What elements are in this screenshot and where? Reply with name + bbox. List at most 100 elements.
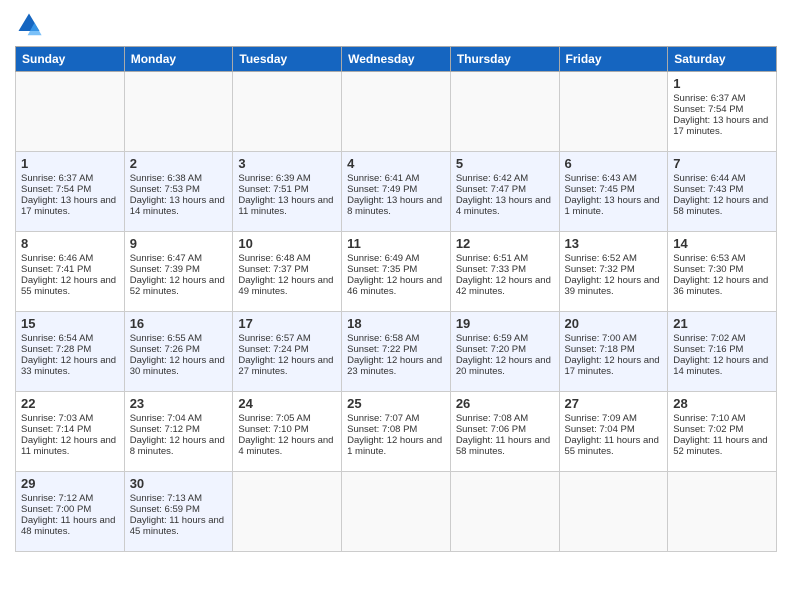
day-number: 7 <box>673 156 771 171</box>
sunrise-text: Sunrise: 6:59 AM <box>456 333 528 344</box>
sunset-text: Sunset: 7:53 PM <box>130 184 200 195</box>
daylight-text: Daylight: 11 hours and 48 minutes. <box>21 515 115 537</box>
day-header-tuesday: Tuesday <box>233 47 342 72</box>
calendar-cell <box>233 472 342 552</box>
day-number: 18 <box>347 316 445 331</box>
calendar-cell: 5Sunrise: 6:42 AMSunset: 7:47 PMDaylight… <box>450 152 559 232</box>
sunrise-text: Sunrise: 6:38 AM <box>130 173 202 184</box>
sunrise-text: Sunrise: 7:00 AM <box>565 333 637 344</box>
daylight-text: Daylight: 12 hours and 23 minutes. <box>347 355 442 377</box>
daylight-text: Daylight: 12 hours and 4 minutes. <box>238 435 333 457</box>
calendar-cell: 23Sunrise: 7:04 AMSunset: 7:12 PMDayligh… <box>124 392 233 472</box>
day-number: 20 <box>565 316 663 331</box>
sunset-text: Sunset: 7:10 PM <box>238 424 308 435</box>
sunrise-text: Sunrise: 7:02 AM <box>673 333 745 344</box>
calendar-cell: 24 Sunrise: 7:05 AMSunset: 7:10 PMDayligh… <box>233 392 342 472</box>
daylight-text: Daylight: 11 hours and 45 minutes. <box>130 515 224 537</box>
day-number: 23 <box>130 396 228 411</box>
sunset-text: Sunset: 7:04 PM <box>565 424 635 435</box>
daylight-text: Daylight: 12 hours and 55 minutes. <box>21 275 116 297</box>
sunset-text: Sunset: 7:45 PM <box>565 184 635 195</box>
sunrise-text: Sunrise: 7:03 AM <box>21 413 93 424</box>
day-number: 30 <box>130 476 228 491</box>
sunrise-text: Sunrise: 6:49 AM <box>347 253 419 264</box>
sunset-text: Sunset: 7:20 PM <box>456 344 526 355</box>
day-number: 5 <box>456 156 554 171</box>
sunrise-text: Sunrise: 6:37 AM <box>21 173 93 184</box>
sunrise-text: Sunrise: 6:47 AM <box>130 253 202 264</box>
daylight-text: Daylight: 13 hours and 14 minutes. <box>130 195 225 217</box>
day-number: 1 <box>21 156 119 171</box>
page: SundayMondayTuesdayWednesdayThursdayFrid… <box>0 0 792 612</box>
sunrise-text: Sunrise: 6:54 AM <box>21 333 93 344</box>
sunrise-text: Sunrise: 6:55 AM <box>130 333 202 344</box>
sunset-text: Sunset: 7:18 PM <box>565 344 635 355</box>
sunset-text: Sunset: 7:54 PM <box>21 184 91 195</box>
calendar-cell: 2Sunrise: 6:38 AMSunset: 7:53 PMDaylight… <box>124 152 233 232</box>
sunrise-text: Sunrise: 6:51 AM <box>456 253 528 264</box>
day-header-thursday: Thursday <box>450 47 559 72</box>
daylight-text: Daylight: 11 hours and 58 minutes. <box>456 435 550 457</box>
calendar-cell <box>559 472 668 552</box>
sunrise-text: Sunrise: 7:05 AM <box>238 413 310 424</box>
daylight-text: Daylight: 12 hours and 39 minutes. <box>565 275 660 297</box>
sunset-text: Sunset: 7:00 PM <box>21 504 91 515</box>
sunset-text: Sunset: 7:30 PM <box>673 264 743 275</box>
calendar-cell: 28Sunrise: 7:10 AMSunset: 7:02 PMDayligh… <box>668 392 777 472</box>
sunset-text: Sunset: 7:28 PM <box>21 344 91 355</box>
day-number: 22 <box>21 396 119 411</box>
sunrise-text: Sunrise: 6:52 AM <box>565 253 637 264</box>
calendar-cell: 12Sunrise: 6:51 AMSunset: 7:33 PMDayligh… <box>450 232 559 312</box>
daylight-text: Daylight: 12 hours and 49 minutes. <box>238 275 333 297</box>
sunrise-text: Sunrise: 7:12 AM <box>21 493 93 504</box>
daylight-text: Daylight: 12 hours and 52 minutes. <box>130 275 225 297</box>
calendar-cell: 10Sunrise: 6:48 AMSunset: 7:37 PMDayligh… <box>233 232 342 312</box>
day-number: 28 <box>673 396 771 411</box>
daylight-text: Daylight: 12 hours and 58 minutes. <box>673 195 768 217</box>
calendar-cell: 7Sunrise: 6:44 AMSunset: 7:43 PMDaylight… <box>668 152 777 232</box>
daylight-text: Daylight: 12 hours and 36 minutes. <box>673 275 768 297</box>
day-number: 27 <box>565 396 663 411</box>
calendar-cell: 1Sunrise: 6:37 AMSunset: 7:54 PMDaylight… <box>16 152 125 232</box>
calendar-cell <box>559 72 668 152</box>
calendar-cell: 21Sunrise: 7:02 AMSunset: 7:16 PMDayligh… <box>668 312 777 392</box>
sunset-text: Sunset: 7:54 PM <box>673 104 743 115</box>
sunrise-text: Sunrise: 7:04 AM <box>130 413 202 424</box>
day-number: 24 <box>238 396 336 411</box>
sunset-text: Sunset: 7:02 PM <box>673 424 743 435</box>
week-row: 8Sunrise: 6:46 AMSunset: 7:41 PMDaylight… <box>16 232 777 312</box>
daylight-text: Daylight: 12 hours and 30 minutes. <box>130 355 225 377</box>
sunset-text: Sunset: 7:08 PM <box>347 424 417 435</box>
calendar-cell: 3Sunrise: 6:39 AMSunset: 7:51 PMDaylight… <box>233 152 342 232</box>
calendar-cell: 1Sunrise: 6:37 AMSunset: 7:54 PMDaylight… <box>668 72 777 152</box>
daylight-text: Daylight: 12 hours and 1 minute. <box>347 435 442 457</box>
day-number: 25 <box>347 396 445 411</box>
calendar-cell <box>16 72 125 152</box>
calendar-cell: 9 Sunrise: 6:47 AMSunset: 7:39 PMDaylight… <box>124 232 233 312</box>
calendar: SundayMondayTuesdayWednesdayThursdayFrid… <box>15 46 777 552</box>
daylight-text: Daylight: 11 hours and 55 minutes. <box>565 435 659 457</box>
day-number: 29 <box>21 476 119 491</box>
day-number: 21 <box>673 316 771 331</box>
sunset-text: Sunset: 7:33 PM <box>456 264 526 275</box>
calendar-cell <box>450 472 559 552</box>
sunset-text: Sunset: 7:41 PM <box>21 264 91 275</box>
sunset-text: Sunset: 7:49 PM <box>347 184 417 195</box>
calendar-cell: 16Sunrise: 6:55 AMSunset: 7:26 PMDayligh… <box>124 312 233 392</box>
day-number: 9 <box>130 236 228 251</box>
sunrise-text: Sunrise: 6:46 AM <box>21 253 93 264</box>
day-number: 19 <box>456 316 554 331</box>
calendar-cell <box>450 72 559 152</box>
sunset-text: Sunset: 7:37 PM <box>238 264 308 275</box>
day-number: 26 <box>456 396 554 411</box>
day-number: 15 <box>21 316 119 331</box>
header <box>15 10 777 38</box>
sunrise-text: Sunrise: 6:53 AM <box>673 253 745 264</box>
day-number: 11 <box>347 236 445 251</box>
sunset-text: Sunset: 7:06 PM <box>456 424 526 435</box>
sunset-text: Sunset: 7:35 PM <box>347 264 417 275</box>
sunset-text: Sunset: 7:39 PM <box>130 264 200 275</box>
daylight-text: Daylight: 13 hours and 11 minutes. <box>238 195 333 217</box>
daylight-text: Daylight: 13 hours and 1 minute. <box>565 195 660 217</box>
week-row: 1 Sunrise: 6:37 AMSunset: 7:54 PM Daylight… <box>16 152 777 232</box>
